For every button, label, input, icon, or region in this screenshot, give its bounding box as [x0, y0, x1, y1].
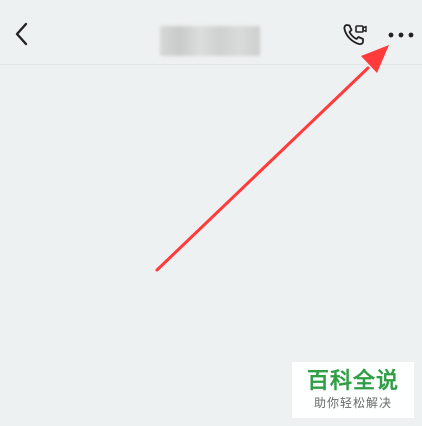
more-button[interactable]	[384, 24, 418, 46]
watermark-title: 百科全说	[306, 369, 399, 394]
watermark-subtitle: 助你轻松解决	[313, 396, 392, 410]
phone-video-icon	[343, 24, 367, 46]
chat-title-blurred	[160, 26, 260, 56]
more-horizontal-icon	[388, 32, 414, 38]
chat-screen: 百科全说 助你轻松解决	[0, 0, 422, 426]
top-bar	[0, 0, 422, 65]
watermark-logo: 百科全说 助你轻松解决	[292, 362, 414, 418]
back-button[interactable]	[8, 18, 36, 50]
call-button[interactable]	[340, 20, 370, 50]
chevron-left-icon	[15, 22, 28, 46]
